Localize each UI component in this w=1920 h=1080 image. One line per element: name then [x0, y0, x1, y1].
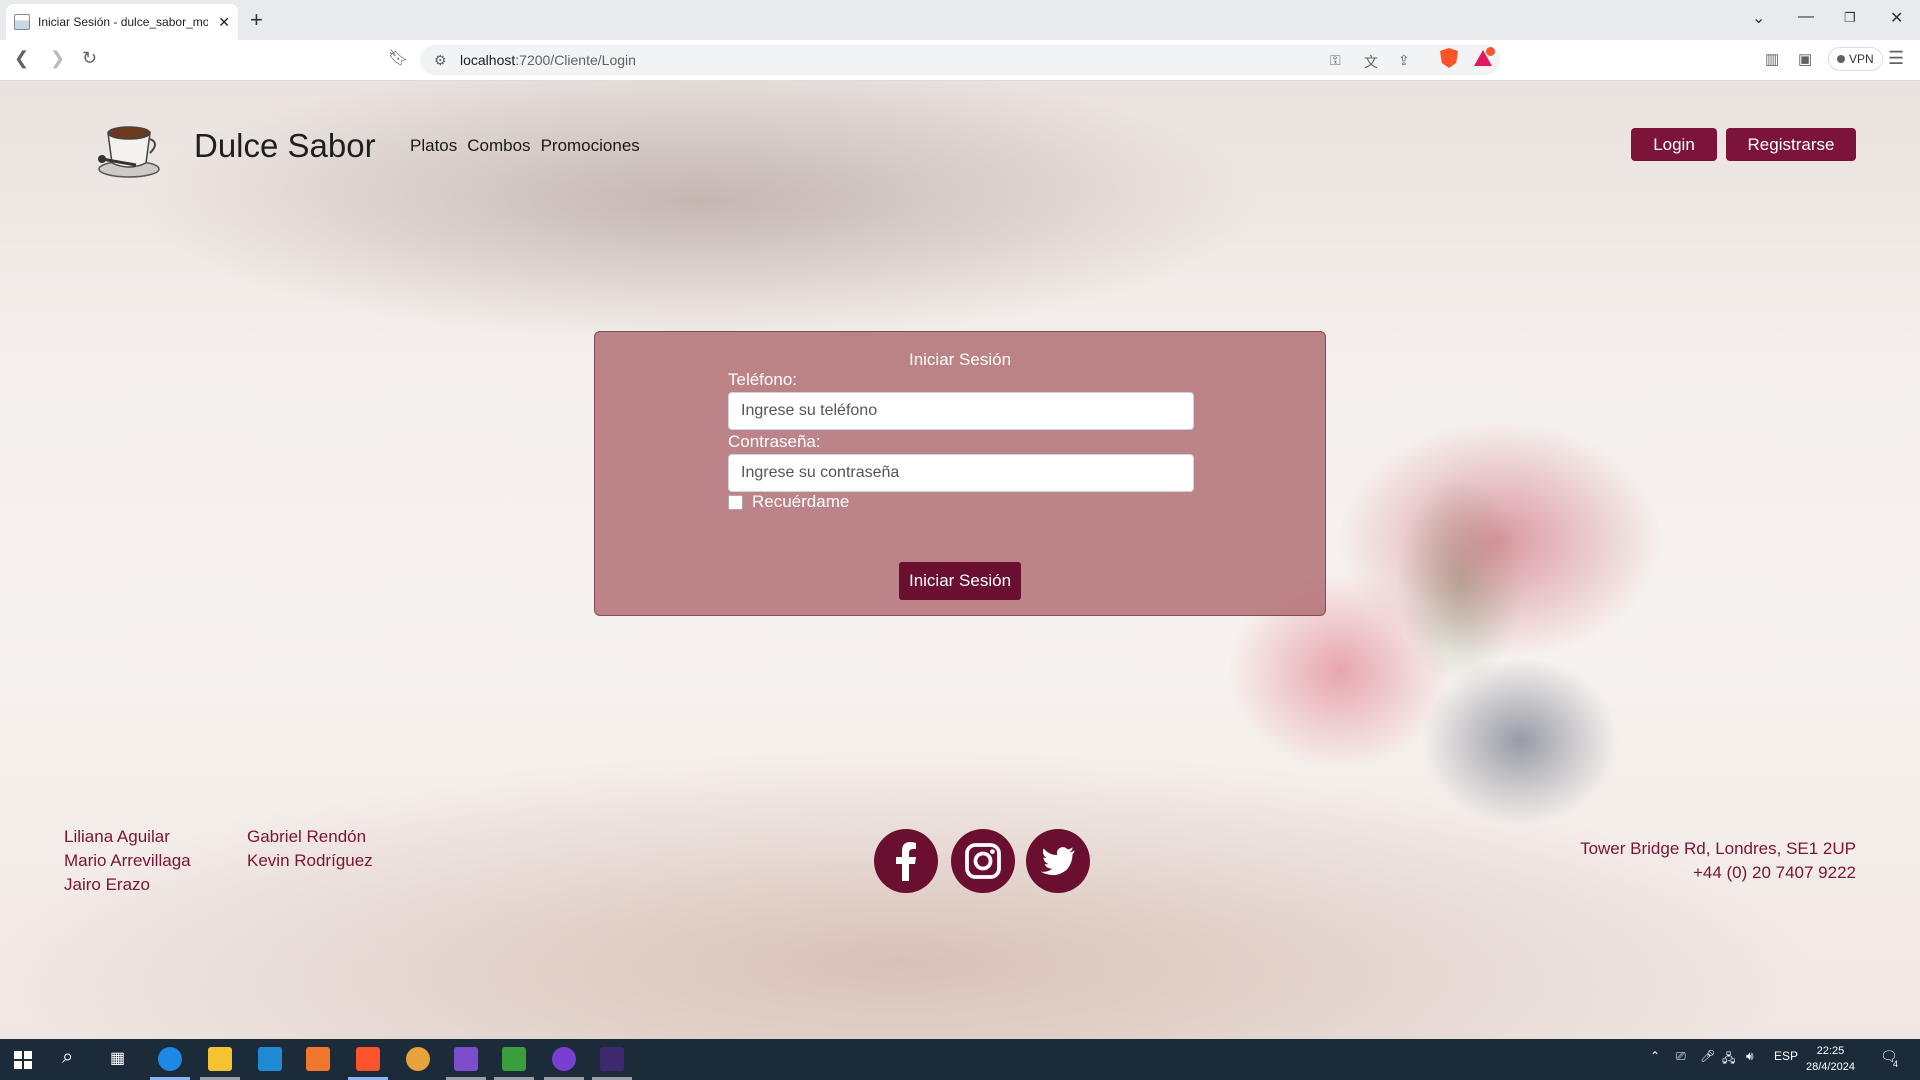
login-title: Iniciar Sesión: [908, 350, 1012, 369]
login-card: Iniciar Sesión Teléfono: Contraseña: Rec…: [594, 331, 1326, 616]
translate-icon[interactable]: 文: [1364, 52, 1378, 72]
coffee-cup-logo-icon[interactable]: [96, 119, 162, 179]
windows-start-icon[interactable]: [14, 1051, 32, 1069]
facebook-icon[interactable]: [874, 829, 938, 893]
password-label: Contraseña:: [728, 432, 821, 451]
page-background: Dulce Sabor Platos Combos Promociones Lo…: [0, 81, 1920, 1039]
team-column-1: Liliana Aguilar Mario Arrevillaga Jairo …: [64, 825, 191, 897]
network-icon[interactable]: 🖧︎: [1722, 1049, 1735, 1070]
terminal-icon[interactable]: [600, 1047, 624, 1071]
wallet-icon[interactable]: ▣: [1798, 50, 1812, 68]
vpn-button[interactable]: VPN: [1828, 47, 1883, 71]
nav-platos[interactable]: Platos: [410, 136, 457, 156]
menu-icon[interactable]: ☰: [1888, 48, 1904, 69]
new-tab-icon[interactable]: +: [250, 8, 263, 32]
team-member: Mario Arrevillaga: [64, 851, 191, 870]
team-member: Kevin Rodríguez: [247, 851, 373, 870]
search-icon[interactable]: ⌕: [62, 1046, 73, 1069]
clock-time: 22:25: [1816, 1045, 1845, 1057]
password-key-icon[interactable]: ⚿: [1330, 52, 1341, 69]
team-member: Liliana Aguilar: [64, 827, 170, 846]
register-button[interactable]: Registrarse: [1726, 128, 1856, 161]
task-view-icon[interactable]: ▦: [110, 1048, 125, 1068]
close-window-icon[interactable]: ✕: [1890, 8, 1903, 28]
address-text: Tower Bridge Rd, Londres, SE1 2UP: [1580, 839, 1856, 858]
url-path: :7200/Cliente/Login: [515, 52, 636, 68]
main-nav: Platos Combos Promociones: [410, 136, 640, 156]
submit-login-button[interactable]: Iniciar Sesión: [899, 562, 1021, 600]
minimize-icon[interactable]: —: [1798, 8, 1814, 26]
instagram-icon[interactable]: [949, 829, 1017, 893]
tab-title: Iniciar Sesión - dulce_sabor_mo: [38, 15, 208, 29]
vpn-status-icon: [1837, 55, 1845, 63]
login-button[interactable]: Login: [1631, 128, 1717, 161]
browser-tab-active[interactable]: Iniciar Sesión - dulce_sabor_mo ✕: [6, 4, 238, 40]
notepad-plus-icon[interactable]: [502, 1047, 526, 1071]
brave-browser-icon[interactable]: [356, 1047, 380, 1071]
notification-count: 4: [1893, 1059, 1899, 1069]
phone-label: Teléfono:: [728, 370, 797, 389]
url-bar[interactable]: ⚙︎ localhost:7200/Cliente/Login ⚿ 文 ⇪: [420, 45, 1500, 75]
remember-label[interactable]: Recuérdame: [752, 492, 849, 512]
team-column-2: Gabriel Rendón Kevin Rodríguez: [247, 825, 373, 873]
url-host: localhost: [460, 52, 516, 68]
tab-search-icon[interactable]: ⌄: [1752, 8, 1765, 28]
site-info-icon[interactable]: ⚙︎: [434, 52, 447, 69]
bookmark-icon[interactable]: 🔖︎: [388, 48, 408, 68]
edge-icon[interactable]: [158, 1047, 182, 1071]
volume-icon[interactable]: 🔊︎: [1746, 1049, 1754, 1064]
medal-app-icon[interactable]: [406, 1047, 430, 1071]
tab-close-icon[interactable]: ✕: [218, 14, 230, 31]
tray-chevron-icon[interactable]: ⌃: [1650, 1049, 1660, 1063]
visual-studio-icon[interactable]: [454, 1047, 478, 1071]
twitter-icon[interactable]: [1025, 829, 1091, 893]
microphone-icon[interactable]: 🎤︎: [1700, 1049, 1715, 1063]
page-favicon-icon: [14, 14, 30, 30]
phone-text: +44 (0) 20 7407 9222: [1692, 863, 1856, 882]
vscode-icon[interactable]: [258, 1047, 282, 1071]
xampp-icon[interactable]: [306, 1047, 330, 1071]
nav-combos[interactable]: Combos: [467, 136, 530, 156]
file-explorer-icon[interactable]: [208, 1047, 232, 1071]
team-member: Gabriel Rendón: [247, 827, 367, 846]
url-text: localhost:7200/Cliente/Login: [460, 52, 636, 68]
nav-promociones[interactable]: Promociones: [541, 136, 640, 156]
back-icon[interactable]: ❮: [14, 48, 29, 69]
rewards-badge: [1486, 47, 1495, 56]
team-member: Jairo Erazo: [64, 875, 150, 894]
clock-date: 28/4/2024: [1806, 1061, 1855, 1073]
forward-icon[interactable]: ❯: [50, 48, 65, 69]
password-input[interactable]: [728, 454, 1194, 492]
brand-name[interactable]: Dulce Sabor: [194, 127, 376, 165]
language-indicator[interactable]: ESP: [1774, 1049, 1798, 1063]
sidebar-icon[interactable]: ▥: [1765, 50, 1779, 68]
github-desktop-icon[interactable]: [552, 1047, 576, 1071]
share-icon[interactable]: ⇪: [1398, 52, 1410, 69]
browser-tab-strip: Iniciar Sesión - dulce_sabor_mo ✕ + ⌄ — …: [0, 0, 1920, 40]
remember-checkbox[interactable]: [728, 495, 743, 510]
meet-now-icon[interactable]: ⎚: [1676, 1049, 1686, 1064]
restore-icon[interactable]: ❐: [1844, 10, 1856, 26]
contact-info: Tower Bridge Rd, Londres, SE1 2UP +44 (0…: [1580, 837, 1856, 885]
windows-taskbar: ⌕ ▦ ⌃ ⎚ 🎤︎ 🖧︎ 🔊︎ ESP 22:25 28/4/2024 🗨︎ …: [0, 1039, 1920, 1080]
system-clock[interactable]: 22:25 28/4/2024: [1806, 1043, 1855, 1075]
phone-input[interactable]: [728, 392, 1194, 430]
reload-icon[interactable]: ↻: [82, 48, 97, 69]
vpn-label: VPN: [1849, 52, 1874, 66]
address-toolbar: ❮ ❯ ↻ 🔖︎ ⚙︎ localhost:7200/Cliente/Login…: [0, 40, 1920, 81]
